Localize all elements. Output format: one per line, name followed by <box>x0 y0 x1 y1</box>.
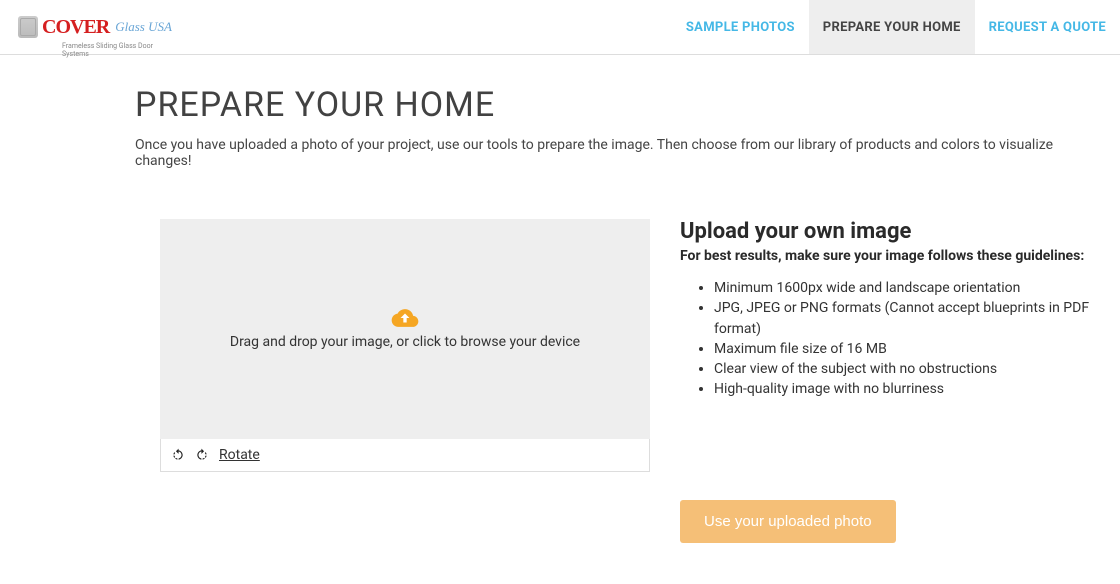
list-item: Maximum file size of 16 MB <box>714 339 1090 359</box>
nav-prepare-your-home[interactable]: PREPARE YOUR HOME <box>809 0 975 54</box>
rotate-toolbar: Rotate <box>160 439 650 472</box>
dropzone-text: Drag and drop your image, or click to br… <box>230 334 580 350</box>
main-row: Drag and drop your image, or click to br… <box>135 219 1090 543</box>
logo-tagline: Frameless Sliding Glass Door Systems <box>62 42 172 58</box>
info-column: Upload your own image For best results, … <box>680 219 1090 543</box>
nav-request-quote[interactable]: REQUEST A QUOTE <box>975 0 1120 54</box>
main-nav: SAMPLE PHOTOS PREPARE YOUR HOME REQUEST … <box>672 0 1120 54</box>
logo-icon <box>18 16 38 38</box>
logo-text-sub: Glass USA <box>115 19 172 35</box>
upload-info-subtitle: For best results, make sure your image f… <box>680 248 1090 264</box>
list-item: High-quality image with no blurriness <box>714 379 1090 399</box>
page-title: PREPARE YOUR HOME <box>135 85 1090 125</box>
use-uploaded-photo-button[interactable]: Use your uploaded photo <box>680 500 896 543</box>
rotate-label[interactable]: Rotate <box>219 447 260 463</box>
list-item: JPG, JPEG or PNG formats (Cannot accept … <box>714 298 1090 339</box>
logo-text-main: COVER <box>42 16 109 39</box>
upload-column: Drag and drop your image, or click to br… <box>160 219 650 543</box>
rotate-right-icon[interactable] <box>195 448 209 462</box>
image-dropzone[interactable]: Drag and drop your image, or click to br… <box>160 219 650 439</box>
list-item: Clear view of the subject with no obstru… <box>714 359 1090 379</box>
rotate-left-icon[interactable] <box>171 448 185 462</box>
guidelines-list: Minimum 1600px wide and landscape orient… <box>680 278 1090 400</box>
content: PREPARE YOUR HOME Once you have uploaded… <box>0 55 1120 543</box>
header: COVER Glass USA Frameless Sliding Glass … <box>0 0 1120 55</box>
page-subtitle: Once you have uploaded a photo of your p… <box>135 137 1090 169</box>
nav-sample-photos[interactable]: SAMPLE PHOTOS <box>672 0 809 54</box>
logo[interactable]: COVER Glass USA Frameless Sliding Glass … <box>18 16 172 39</box>
cloud-upload-icon <box>391 308 419 328</box>
list-item: Minimum 1600px wide and landscape orient… <box>714 278 1090 298</box>
upload-info-title: Upload your own image <box>680 219 1090 244</box>
